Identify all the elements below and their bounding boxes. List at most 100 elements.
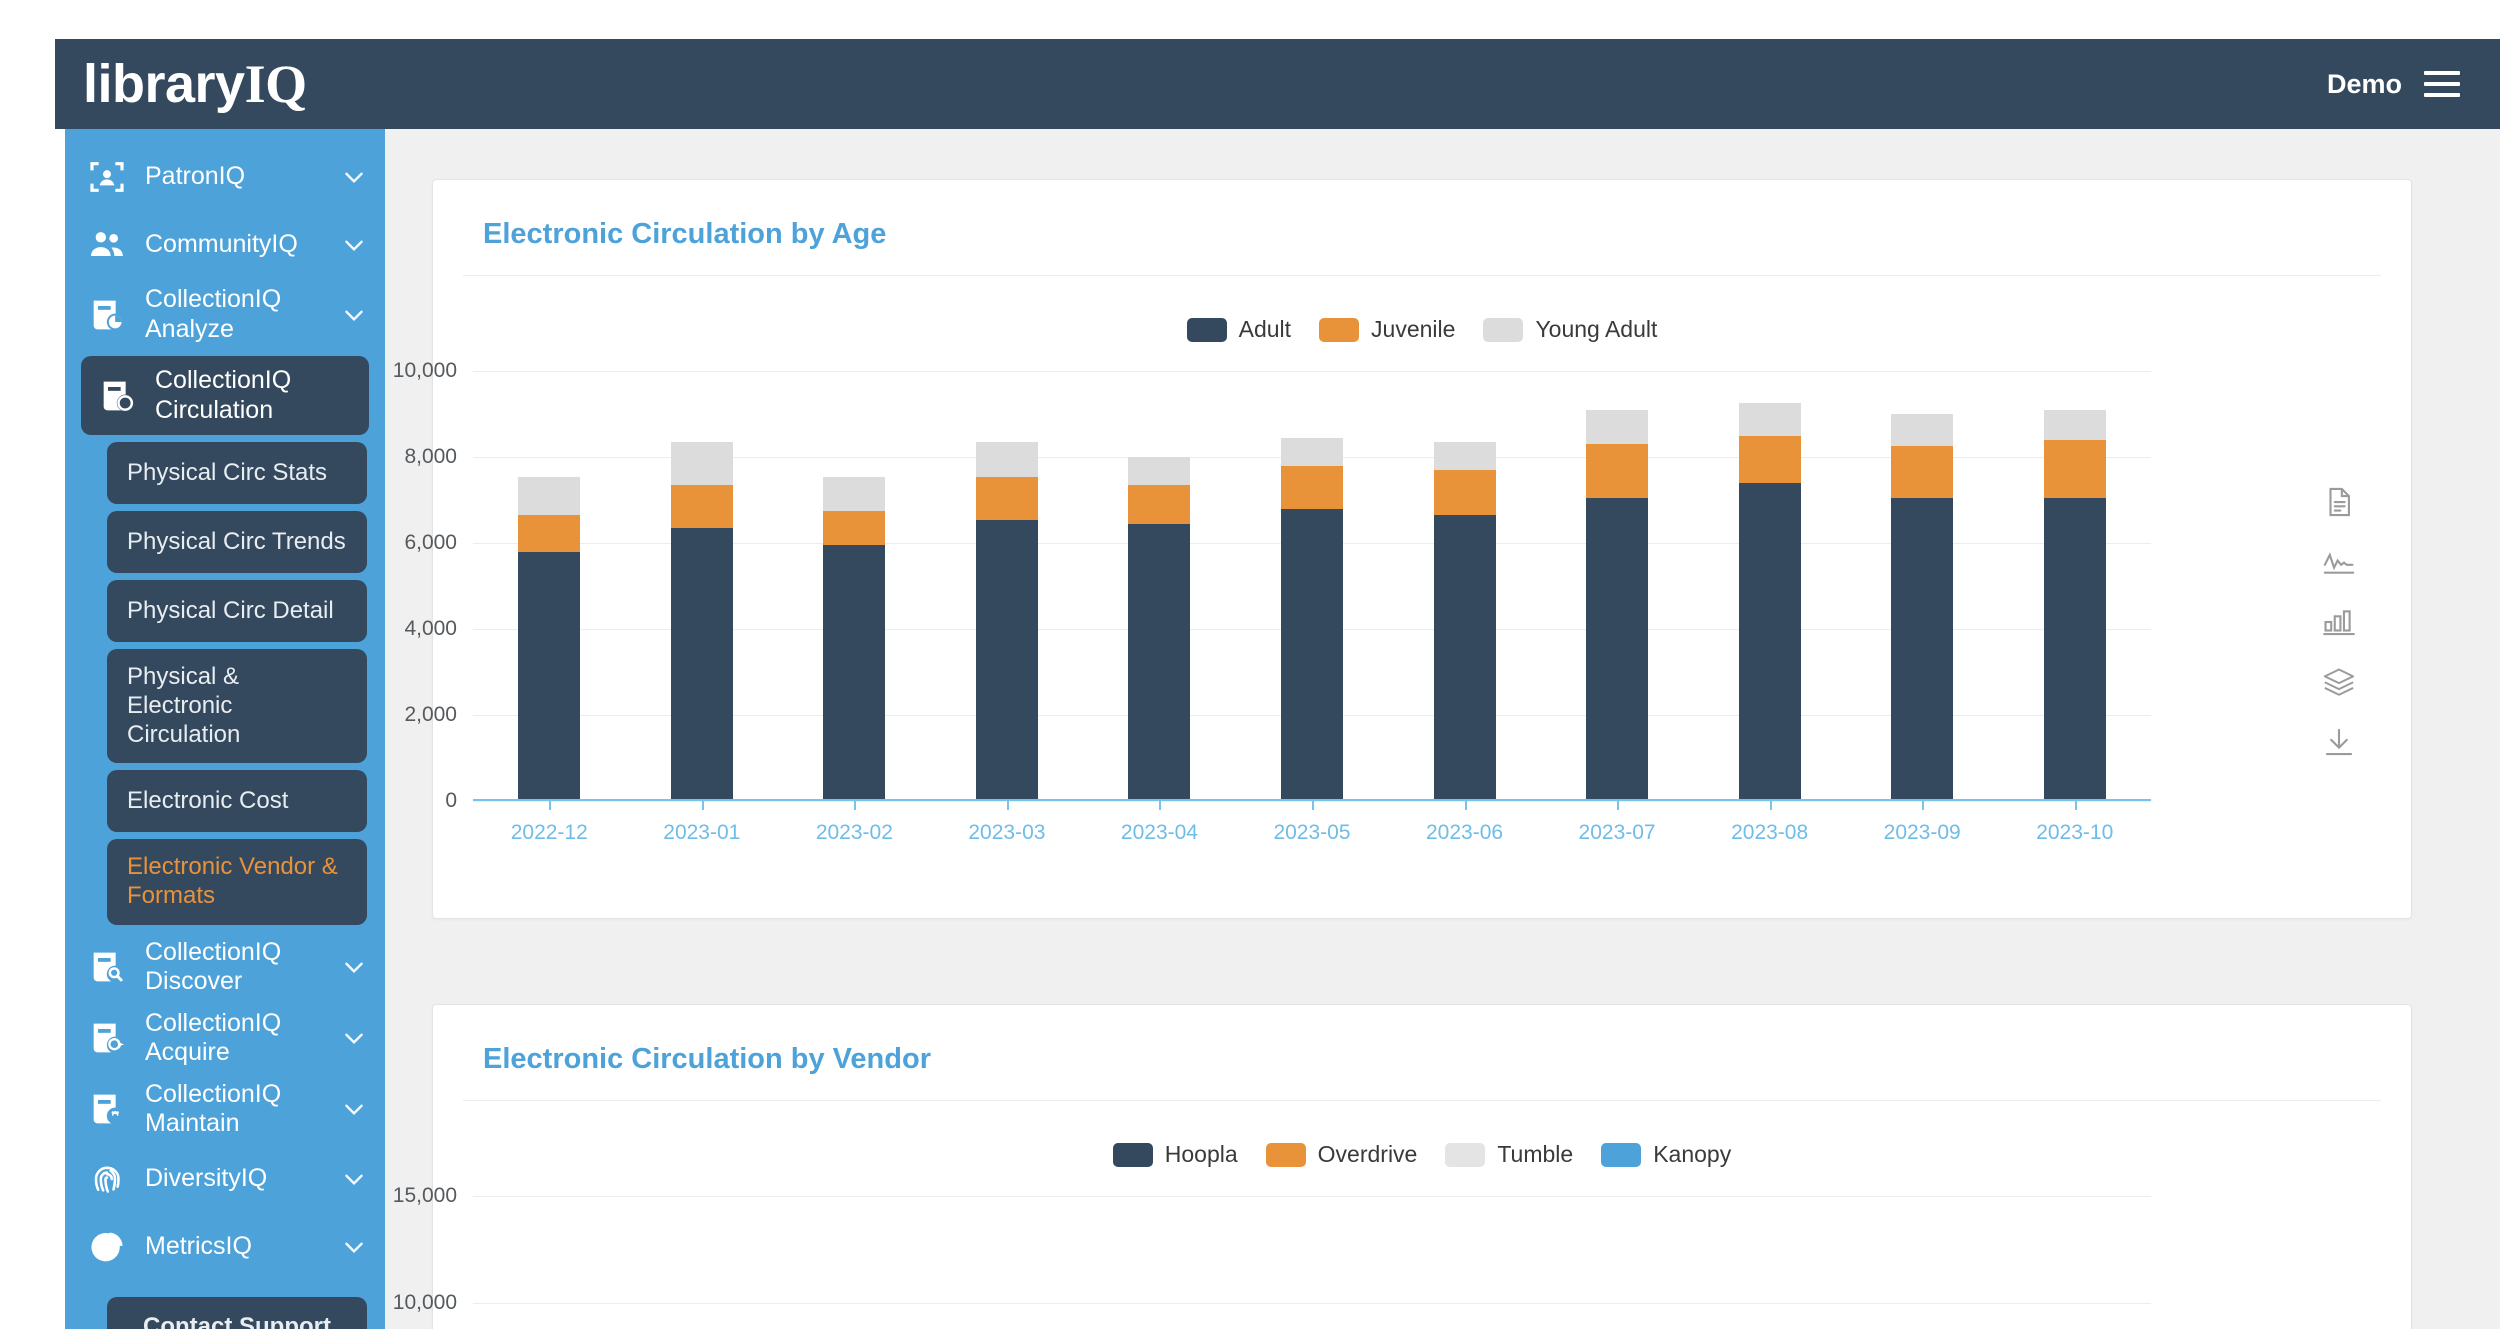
legend-item[interactable]: Kanopy: [1601, 1141, 1731, 1168]
bar-segment[interactable]: [1128, 485, 1191, 524]
x-axis-tick-label[interactable]: 2023-04: [1121, 821, 1198, 845]
stacked-bar[interactable]: [518, 476, 581, 799]
sidebar-subitem-physical-circ-trends[interactable]: Physical Circ Trends: [107, 511, 367, 573]
axis-tick: [1617, 801, 1620, 810]
bar-segment[interactable]: [975, 476, 1038, 520]
bar-segment[interactable]: [1433, 470, 1496, 516]
legend-item[interactable]: Adult: [1186, 316, 1291, 343]
bar-segment[interactable]: [1891, 414, 1954, 447]
bar-chart-icon[interactable]: [2322, 605, 2356, 639]
bar-segment[interactable]: [975, 442, 1038, 477]
bar-segment[interactable]: [670, 442, 733, 486]
stacked-bar[interactable]: [670, 442, 733, 799]
bar-segment[interactable]: [975, 519, 1038, 799]
sidebar-subitem-physical-circ-detail[interactable]: Physical Circ Detail: [107, 580, 367, 642]
chart-card-electronic-circulation-by-vendor: Electronic Circulation by Vendor Hoopla O…: [393, 1004, 2412, 1329]
sidebar-item-collectioniq-maintain[interactable]: CollectionIQ Maintain: [65, 1074, 385, 1145]
download-icon[interactable]: [2322, 725, 2356, 759]
bar-segment[interactable]: [518, 551, 581, 799]
stacked-bar[interactable]: [1586, 409, 1649, 799]
sidebar-item-collectioniq-acquire[interactable]: CollectionIQ Acquire: [65, 1003, 385, 1074]
bar-segment[interactable]: [1586, 498, 1649, 799]
legend-item[interactable]: Tumble: [1445, 1141, 1573, 1168]
report-icon[interactable]: [2322, 485, 2356, 519]
sidebar-item-patroniq[interactable]: PatronIQ: [65, 143, 385, 211]
x-axis-tick-label[interactable]: 2023-08: [1731, 821, 1808, 845]
sidebar-item-metricsiq[interactable]: MetricsIQ: [65, 1213, 385, 1281]
line-chart-icon[interactable]: [2322, 545, 2356, 579]
bar-segment[interactable]: [670, 485, 733, 529]
x-axis-tick-label[interactable]: 2022-12: [511, 821, 588, 845]
chevron-down-icon[interactable]: [341, 1025, 367, 1051]
sidebar-item-collectioniq-circulation[interactable]: CollectionIQ Circulation: [81, 356, 369, 435]
sidebar-subitem-physical-and-electronic-circulation[interactable]: Physical & Electronic Circulation: [107, 649, 367, 764]
legend-item[interactable]: Hoopla: [1112, 1141, 1238, 1168]
bar-segment[interactable]: [1433, 515, 1496, 799]
bar-segment[interactable]: [1738, 482, 1801, 799]
stacked-bar[interactable]: [1738, 403, 1801, 799]
bar-segment[interactable]: [1738, 403, 1801, 436]
bar-segment[interactable]: [518, 515, 581, 552]
chevron-down-icon[interactable]: [341, 232, 367, 258]
bar-segment[interactable]: [670, 528, 733, 799]
x-axis-tick-label[interactable]: 2023-05: [1273, 821, 1350, 845]
bar-segment[interactable]: [823, 510, 886, 546]
bar-segment[interactable]: [1128, 457, 1191, 486]
stacked-bar[interactable]: [1128, 457, 1191, 799]
stacked-bar[interactable]: [1281, 437, 1343, 799]
bar-segment[interactable]: [1586, 444, 1649, 498]
bar-segment[interactable]: [518, 476, 581, 516]
chevron-down-icon[interactable]: [341, 1234, 367, 1260]
chevron-down-icon[interactable]: [341, 1166, 367, 1192]
sidebar-item-collectioniq-analyze[interactable]: CollectionIQ Analyze: [65, 279, 385, 350]
chevron-down-icon[interactable]: [341, 954, 367, 980]
x-axis-tick-label[interactable]: 2023-06: [1426, 821, 1503, 845]
sidebar-subitem-electronic-cost[interactable]: Electronic Cost: [107, 770, 367, 833]
bar-segment[interactable]: [1281, 465, 1343, 509]
y-axis-tick-label: 4,000: [404, 617, 457, 640]
bar-segment[interactable]: [2043, 498, 2106, 799]
chevron-down-icon[interactable]: [341, 302, 367, 328]
legend-item[interactable]: Overdrive: [1265, 1141, 1417, 1168]
layers-icon[interactable]: [2322, 665, 2356, 699]
bar-segment[interactable]: [1433, 442, 1496, 471]
bar-segment[interactable]: [823, 545, 886, 799]
legend-item[interactable]: Juvenile: [1319, 316, 1455, 343]
bar-segment[interactable]: [1738, 435, 1801, 483]
bar-segment[interactable]: [1281, 437, 1343, 466]
sidebar-item-diversityiq[interactable]: DiversityIQ: [65, 1145, 385, 1213]
x-axis-tick-label[interactable]: 2023-01: [663, 821, 740, 845]
y-axis-tick-label: 10,000: [392, 359, 457, 382]
sidebar-subitem-electronic-vendor-and-formats[interactable]: Electronic Vendor & Formats: [107, 839, 367, 925]
bar-segment[interactable]: [1586, 409, 1649, 445]
contact-support-button[interactable]: Contact Support: [107, 1296, 367, 1329]
x-axis-tick-label[interactable]: 2023-10: [2036, 821, 2113, 845]
stacked-bar[interactable]: [2043, 409, 2106, 799]
sidebar-subitem-physical-circ-stats[interactable]: Physical Circ Stats: [107, 442, 367, 504]
x-axis-tick-label[interactable]: 2023-02: [816, 821, 893, 845]
x-axis-tick-label[interactable]: 2023-07: [1579, 821, 1656, 845]
sidebar-item-communityiq[interactable]: CommunityIQ: [65, 211, 385, 279]
legend-item[interactable]: Young Adult: [1483, 316, 1657, 343]
stacked-bar[interactable]: [1433, 442, 1496, 799]
stacked-bar[interactable]: [1891, 414, 1954, 799]
chevron-down-icon[interactable]: [341, 164, 367, 190]
chevron-down-icon[interactable]: [341, 1096, 367, 1122]
sidebar-item-collectioniq-discover[interactable]: CollectionIQ Discover: [65, 932, 385, 1003]
bar-segment[interactable]: [2043, 409, 2106, 440]
bar-segment[interactable]: [1128, 523, 1191, 799]
app-logo[interactable]: libraryIQ: [83, 57, 307, 111]
stacked-bar[interactable]: [975, 442, 1038, 799]
x-axis-tick-label[interactable]: 2023-09: [1884, 821, 1961, 845]
chart-card-electronic-circulation-by-age: Electronic Circulation by Age Adult Juven…: [393, 179, 2412, 919]
legend-label: Tumble: [1497, 1141, 1574, 1167]
account-label[interactable]: Demo: [2327, 69, 2402, 100]
bar-segment[interactable]: [1891, 498, 1954, 799]
x-axis-tick-label[interactable]: 2023-03: [968, 821, 1045, 845]
hamburger-menu-icon[interactable]: [2424, 71, 2460, 97]
bar-segment[interactable]: [1891, 446, 1954, 498]
stacked-bar[interactable]: [823, 476, 886, 799]
bar-segment[interactable]: [1281, 508, 1343, 799]
bar-segment[interactable]: [823, 476, 886, 511]
bar-segment[interactable]: [2043, 439, 2106, 498]
